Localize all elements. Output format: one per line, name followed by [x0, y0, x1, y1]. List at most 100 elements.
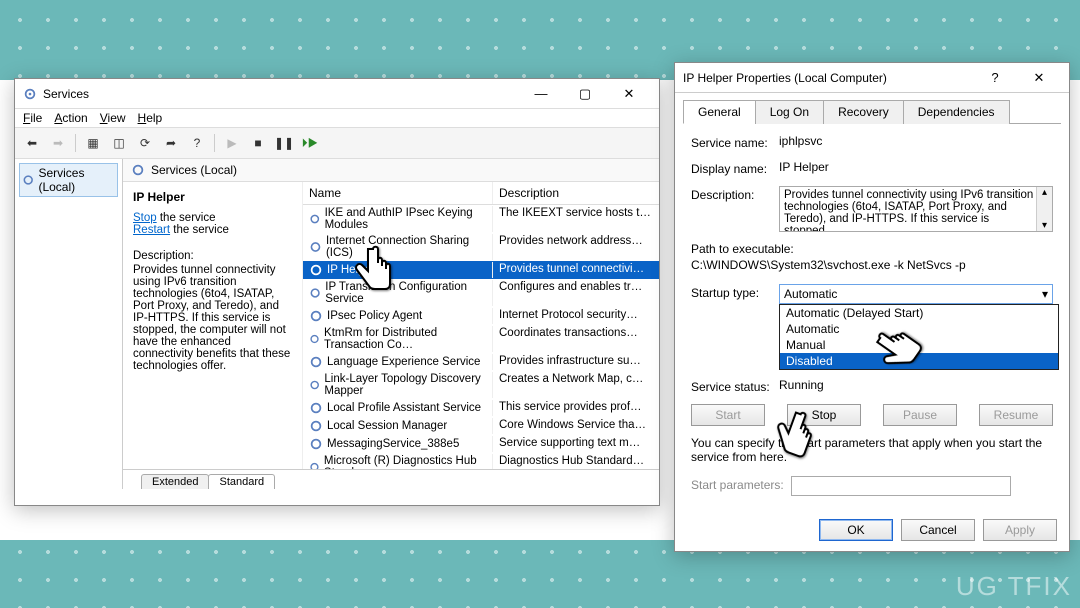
minimize-button[interactable]: — — [519, 80, 563, 108]
service-desc: Creates a Network Map, c… — [493, 372, 659, 398]
service-desc: This service provides prof… — [493, 400, 659, 416]
gear-icon — [309, 437, 323, 451]
restart-link[interactable]: Restart — [133, 224, 170, 236]
service-name: IPsec Policy Agent — [327, 310, 422, 322]
refresh-button[interactable]: ⟳ — [134, 132, 156, 154]
detail-title: IP Helper — [133, 190, 294, 204]
service-row[interactable]: MessagingService_388e5Service supporting… — [303, 435, 659, 453]
toolbar: ⬅ ➡ ▦ ◫ ⟳ ➦ ? ▶ ■ ❚❚ ⏵▶ — [15, 127, 659, 159]
desc-label: Description: — [133, 250, 294, 262]
service-row[interactable]: Link-Layer Topology Discovery MapperCrea… — [303, 371, 659, 399]
stop-link[interactable]: Stop — [133, 212, 157, 224]
description-label: Description: — [691, 186, 779, 202]
forward-button[interactable]: ➡ — [47, 132, 69, 154]
help-button[interactable]: ? — [973, 64, 1017, 92]
stop-button[interactable]: ■ — [247, 132, 269, 154]
tab-recovery[interactable]: Recovery — [823, 100, 904, 124]
pause-button[interactable]: ❚❚ — [273, 132, 295, 154]
service-desc: Core Windows Service tha… — [493, 418, 659, 434]
maximize-button[interactable]: ▢ — [563, 80, 607, 108]
properties-tabs: General Log On Recovery Dependencies — [683, 99, 1061, 124]
tab-dependencies[interactable]: Dependencies — [903, 100, 1010, 124]
service-row[interactable]: KtmRm for Distributed Transaction Co…Coo… — [303, 325, 659, 353]
tab-standard[interactable]: Standard — [208, 474, 275, 489]
menu-file[interactable]: File — [23, 111, 42, 125]
tab-logon[interactable]: Log On — [755, 100, 824, 124]
service-row[interactable]: Internet Connection Sharing (ICS)Provide… — [303, 233, 659, 261]
gear-icon — [309, 263, 323, 277]
gear-icon — [309, 240, 322, 254]
service-desc: Provides infrastructure su… — [493, 354, 659, 370]
service-row[interactable]: IKE and AuthIP IPsec Keying ModulesThe I… — [303, 205, 659, 233]
apply-button[interactable]: Apply — [983, 519, 1057, 541]
show-hide-button[interactable]: ◫ — [108, 132, 130, 154]
menubar: File Action View Help — [15, 109, 659, 127]
start-button[interactable]: Start — [691, 404, 765, 426]
service-desc: Internet Protocol security… — [493, 308, 659, 324]
resume-button[interactable]: Resume — [979, 404, 1053, 426]
pause-button[interactable]: Pause — [883, 404, 957, 426]
service-row[interactable]: IP Translation Configuration Service Conf… — [303, 279, 659, 307]
startup-type-label: Startup type: — [691, 284, 779, 300]
option-disabled[interactable]: Disabled — [780, 353, 1058, 369]
display-name: IP Helper — [779, 160, 1053, 174]
back-button[interactable]: ⬅ — [21, 132, 43, 154]
cancel-button[interactable]: Cancel — [901, 519, 975, 541]
service-row[interactable]: IPsec Policy Agent Internet Protocol secu… — [303, 307, 659, 325]
service-desc: Provides network address… — [493, 234, 659, 260]
service-desc: Provides tunnel connectivi… — [493, 262, 659, 278]
menu-action[interactable]: Action — [54, 111, 87, 125]
menu-view[interactable]: View — [100, 111, 126, 125]
gear-icon — [309, 378, 320, 392]
tree-item-services-local[interactable]: Services (Local) — [19, 163, 118, 197]
menu-help[interactable]: Help — [138, 111, 163, 125]
option-manual[interactable]: Manual — [780, 337, 1058, 353]
service-row[interactable]: IP Helper Provides tunnel connectivi… — [303, 261, 659, 279]
tab-extended[interactable]: Extended — [141, 474, 209, 489]
up-button[interactable]: ▦ — [82, 132, 104, 154]
service-row[interactable]: Microsoft (R) Diagnostics Hub Standar…Di… — [303, 453, 659, 469]
list-header: Name Description — [303, 182, 659, 205]
close-button[interactable]: ✕ — [607, 80, 651, 108]
gear-icon — [309, 332, 320, 346]
service-desc: The IKEEXT service hosts t… — [493, 206, 659, 232]
display-name-label: Display name: — [691, 160, 779, 176]
option-delayed[interactable]: Automatic (Delayed Start) — [780, 305, 1058, 321]
service-row[interactable]: Local Session ManagerCore Windows Servic… — [303, 417, 659, 435]
play-button[interactable]: ▶ — [221, 132, 243, 154]
gear-icon — [309, 460, 320, 469]
col-name[interactable]: Name — [303, 182, 493, 204]
service-desc: Configures and enables tr… — [493, 280, 659, 306]
help-button[interactable]: ? — [186, 132, 208, 154]
startup-type-dropdown[interactable]: Automatic (Delayed Start) Automatic Manu… — [779, 304, 1059, 370]
tab-general[interactable]: General — [683, 100, 756, 124]
service-status: Running — [779, 378, 1053, 392]
service-list: Name Description IKE and AuthIP IPsec Ke… — [303, 182, 659, 469]
service-name: Language Experience Service — [327, 356, 480, 368]
scrollbar[interactable]: ▴▾ — [1036, 187, 1052, 231]
ok-button[interactable]: OK — [819, 519, 893, 541]
service-row[interactable]: Local Profile Assistant ServiceThis serv… — [303, 399, 659, 417]
export-button[interactable]: ➦ — [160, 132, 182, 154]
content-header: Services (Local) — [123, 159, 659, 182]
startup-type-select[interactable]: Automatic ▾ — [779, 284, 1053, 304]
restart-button[interactable]: ⏵▶ — [299, 132, 321, 154]
service-desc: Diagnostics Hub Standard… — [493, 454, 659, 469]
stop-button[interactable]: Stop — [787, 404, 861, 426]
services-titlebar: Services — ▢ ✕ — [15, 79, 659, 109]
services-title: Services — [43, 87, 89, 101]
service-name: IP Helper — [327, 264, 375, 276]
service-name: MessagingService_388e5 — [327, 438, 459, 450]
service-name: IP Translation Configuration Service — [325, 281, 486, 305]
close-button[interactable]: ✕ — [1017, 64, 1061, 92]
gear-icon — [309, 401, 323, 415]
watermark: UG TFIX — [956, 571, 1072, 602]
option-automatic[interactable]: Automatic — [780, 321, 1058, 337]
service-row[interactable]: Language Experience Service Provides infr… — [303, 353, 659, 371]
gear-icon — [131, 163, 145, 177]
services-icon — [23, 87, 37, 101]
start-params-label: Start parameters: — [691, 476, 791, 492]
service-status-label: Service status: — [691, 378, 779, 394]
col-desc[interactable]: Description — [493, 182, 659, 204]
gear-icon — [309, 419, 323, 433]
